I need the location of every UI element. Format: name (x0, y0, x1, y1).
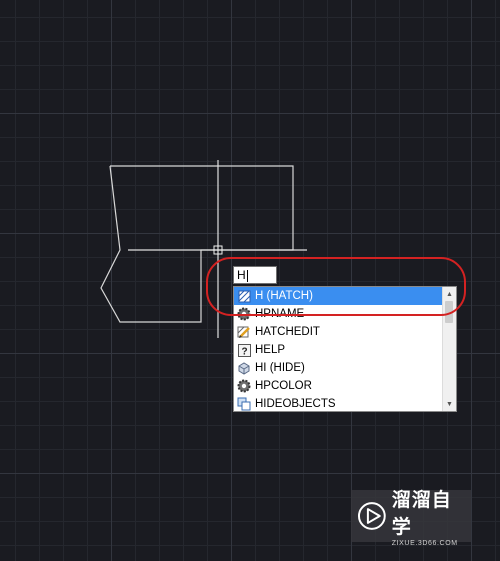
watermark-badge: 溜溜自学 ZIXUE.3D66.COM (351, 489, 471, 547)
autocomplete-item-hatch[interactable]: H (HATCH) (234, 287, 444, 305)
scroll-down-arrow-icon[interactable]: ▼ (443, 398, 456, 410)
play-logo-icon (357, 502, 386, 530)
autocomplete-item-label: HPNAME (255, 308, 305, 320)
autocomplete-item-hide[interactable]: HI (HIDE) (234, 359, 444, 377)
autocomplete-item-hpcolor[interactable]: HPCOLOR (234, 377, 444, 395)
gear-icon (237, 379, 251, 393)
scroll-up-arrow-icon[interactable]: ▲ (443, 288, 456, 300)
hide-objects-icon (237, 397, 251, 411)
autocomplete-scrollbar[interactable]: ▲ ▼ (442, 287, 456, 411)
watermark-title: 溜溜自学 (391, 489, 452, 538)
autocomplete-item-hideobjects[interactable]: HIDEOBJECTS (234, 395, 444, 411)
hatch-icon (237, 289, 251, 303)
svg-text:?: ? (241, 346, 247, 357)
scrollbar-thumb[interactable] (445, 301, 453, 323)
autocomplete-item-hpname[interactable]: HPNAME (234, 305, 444, 323)
autocomplete-item-label: HIDEOBJECTS (255, 398, 336, 410)
autocomplete-item-label: H (HATCH) (255, 290, 313, 302)
autocomplete-item-help[interactable]: ? HELP (234, 341, 444, 359)
hatch-edit-icon (237, 325, 251, 339)
autocomplete-item-label: HI (HIDE) (255, 362, 305, 374)
autocomplete-items: H (HATCH) HPNAME HATCHEDIT ? HELP HI (HI… (234, 287, 444, 411)
autocomplete-item-hatchedit[interactable]: HATCHEDIT (234, 323, 444, 341)
autocomplete-item-label: HELP (255, 344, 286, 356)
help-icon: ? (237, 343, 251, 357)
autocomplete-item-label: HPCOLOR (255, 380, 312, 392)
command-input-value: H (237, 268, 246, 282)
watermark-url: ZIXUE.3D66.COM (391, 540, 458, 547)
command-autocomplete-list[interactable]: H (HATCH) HPNAME HATCHEDIT ? HELP HI (HI… (233, 286, 457, 412)
dynamic-command-input[interactable]: H (233, 266, 277, 284)
hide-icon (237, 361, 251, 375)
gear-icon (237, 307, 251, 321)
text-cursor (246, 269, 248, 282)
autocomplete-item-label: HATCHEDIT (255, 326, 320, 338)
